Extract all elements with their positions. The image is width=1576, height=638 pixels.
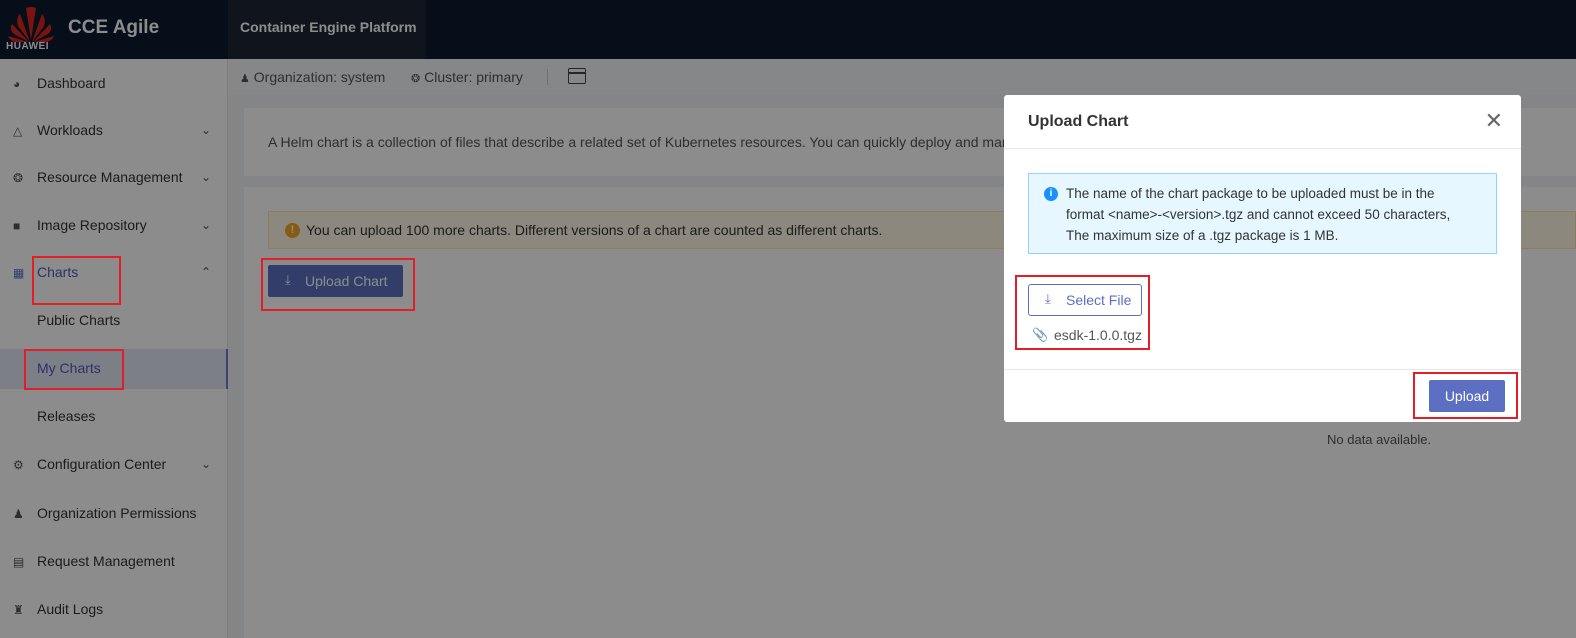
divider [1004,369,1521,370]
info-line: The maximum size of a .tgz package is 1 … [1066,228,1339,243]
info-alert: i The name of the chart package to be up… [1028,173,1497,254]
highlight-box-select-file [1015,275,1150,350]
highlight-box-my-charts [24,349,124,390]
info-line: format <name>-<version>.tgz and cannot e… [1066,207,1451,222]
info-icon: i [1044,187,1058,201]
highlight-box-upload-chart [261,258,415,311]
highlight-box-charts [32,256,121,305]
divider [1004,148,1521,149]
info-line: The name of the chart package to be uplo… [1066,186,1435,201]
dialog-title: Upload Chart [1028,113,1129,130]
close-icon[interactable]: ✕ [1485,108,1503,134]
highlight-box-upload [1413,372,1518,419]
